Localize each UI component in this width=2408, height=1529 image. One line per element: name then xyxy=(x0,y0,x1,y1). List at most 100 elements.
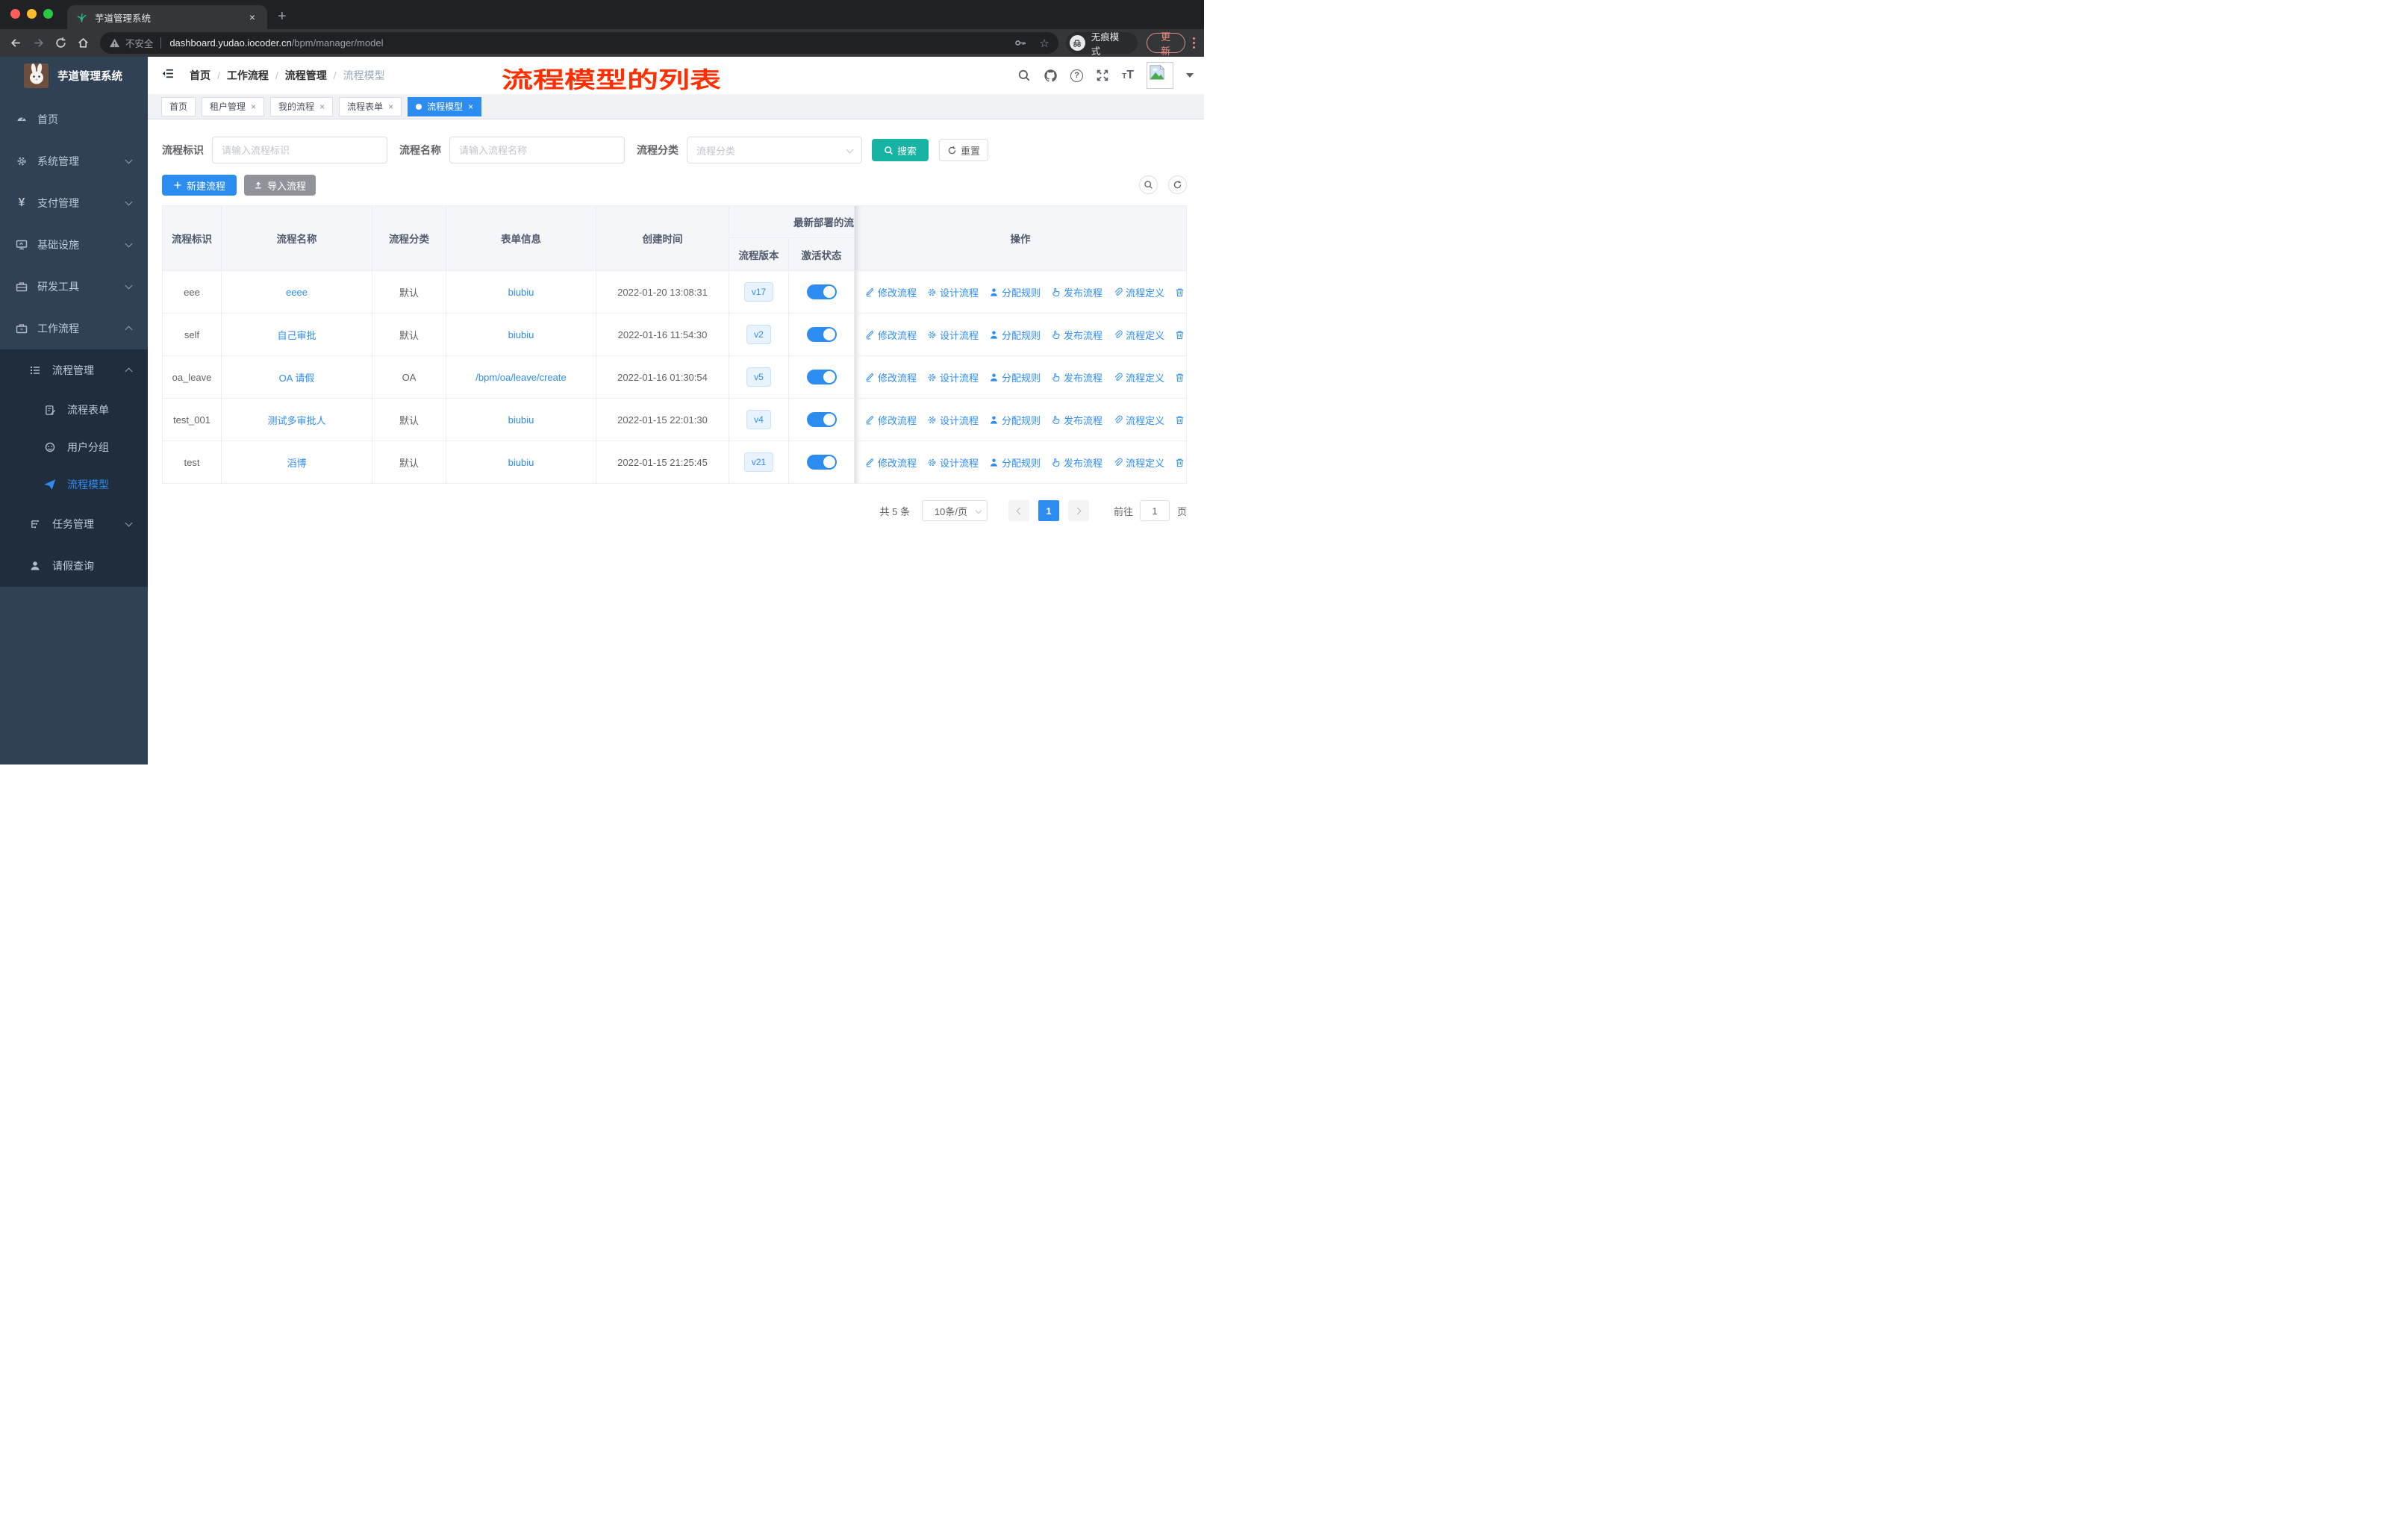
delete-link[interactable]: 删除 xyxy=(1175,328,1186,342)
sidebar-item-user-group[interactable]: 用户分组 xyxy=(0,429,148,466)
design-process-link[interactable]: 设计流程 xyxy=(927,285,979,299)
active-toggle[interactable] xyxy=(806,327,837,342)
sidebar-item-task-mgmt[interactable]: 任务管理 xyxy=(0,503,148,545)
version-badge[interactable]: v21 xyxy=(743,452,774,472)
form-link[interactable]: biubiu xyxy=(508,287,534,298)
tag-process-model[interactable]: 流程模型 × xyxy=(408,96,482,116)
publish-process-link[interactable]: 发布流程 xyxy=(1051,328,1102,342)
create-process-button[interactable]: 新建流程 xyxy=(162,175,237,196)
design-process-link[interactable]: 设计流程 xyxy=(927,370,979,384)
delete-link[interactable]: 删除 xyxy=(1175,370,1186,384)
publish-process-link[interactable]: 发布流程 xyxy=(1051,285,1102,299)
process-name-link[interactable]: OA 请假 xyxy=(279,370,315,384)
form-link[interactable]: biubiu xyxy=(508,457,534,468)
edit-process-link[interactable]: 修改流程 xyxy=(865,413,917,427)
sidebar-item-payment[interactable]: ¥ 支付管理 xyxy=(0,182,148,224)
sidebar-item-devtools[interactable]: 研发工具 xyxy=(0,266,148,308)
current-page-button[interactable]: 1 xyxy=(1038,500,1059,521)
avatar-caret-icon[interactable] xyxy=(1186,73,1194,78)
github-icon[interactable] xyxy=(1044,69,1058,83)
update-button[interactable]: 更新 xyxy=(1146,31,1185,57)
process-name-link[interactable]: 自己审批 xyxy=(277,328,316,342)
edit-process-link[interactable]: 修改流程 xyxy=(865,370,917,384)
refresh-icon[interactable] xyxy=(54,37,67,49)
goto-page-input[interactable] xyxy=(1139,500,1170,521)
new-tab-button[interactable]: + xyxy=(278,6,287,27)
incognito-badge[interactable]: 无痕模式 xyxy=(1065,32,1138,57)
breadcrumb-process-mgmt[interactable]: 流程管理 xyxy=(269,68,327,83)
browser-menu-icon[interactable] xyxy=(1192,41,1196,45)
assign-rule-link[interactable]: 分配规则 xyxy=(989,328,1041,342)
close-window-button[interactable] xyxy=(10,9,20,19)
version-badge[interactable]: v5 xyxy=(746,367,771,387)
category-select[interactable]: 流程分类 xyxy=(687,137,862,164)
fullscreen-icon[interactable] xyxy=(1096,69,1109,82)
active-toggle[interactable] xyxy=(806,284,837,299)
help-icon[interactable]: ? xyxy=(1070,69,1084,82)
search-icon[interactable] xyxy=(1017,69,1031,82)
bookmark-star-icon[interactable]: ☆ xyxy=(1039,37,1049,50)
url-bar[interactable]: 不安全 dashboard.yudao.iocoder.cn /bpm/mana… xyxy=(99,32,1058,54)
active-toggle[interactable] xyxy=(806,455,837,470)
delete-link[interactable]: 删除 xyxy=(1175,285,1186,299)
version-badge[interactable]: v4 xyxy=(746,410,771,429)
sidebar-item-process-form[interactable]: 流程表单 xyxy=(0,391,148,429)
font-size-icon[interactable]: TT xyxy=(1122,69,1134,82)
process-name-link[interactable]: eeee xyxy=(286,287,308,298)
browser-tab[interactable]: 芋道管理系统 × xyxy=(67,5,267,29)
process-definition-link[interactable]: 流程定义 xyxy=(1113,285,1164,299)
tag-my-process[interactable]: 我的流程 × xyxy=(270,96,334,116)
assign-rule-link[interactable]: 分配规则 xyxy=(989,455,1041,470)
search-button[interactable]: 搜索 xyxy=(872,139,929,161)
sidebar-item-process-model[interactable]: 流程模型 xyxy=(0,466,148,503)
edit-process-link[interactable]: 修改流程 xyxy=(865,455,917,470)
tag-close-icon[interactable]: × xyxy=(468,102,473,112)
sidebar-item-workflow[interactable]: 工作流程 xyxy=(0,308,148,349)
minimize-window-button[interactable] xyxy=(27,9,37,19)
design-process-link[interactable]: 设计流程 xyxy=(927,455,979,470)
version-badge[interactable]: v2 xyxy=(746,325,771,344)
sidebar-item-process-mgmt[interactable]: 流程管理 xyxy=(0,349,148,391)
assign-rule-link[interactable]: 分配规则 xyxy=(989,413,1041,427)
avatar[interactable] xyxy=(1147,62,1173,89)
process-key-input[interactable] xyxy=(212,137,387,164)
process-name-link[interactable]: 测试多审批人 xyxy=(267,413,325,427)
delete-link[interactable]: 删除 xyxy=(1175,413,1186,427)
form-link[interactable]: biubiu xyxy=(508,414,534,426)
process-definition-link[interactable]: 流程定义 xyxy=(1113,413,1164,427)
sidebar-item-leave-query[interactable]: 请假查询 xyxy=(0,545,148,587)
edit-process-link[interactable]: 修改流程 xyxy=(865,328,917,342)
publish-process-link[interactable]: 发布流程 xyxy=(1051,455,1102,470)
breadcrumb-home[interactable]: 首页 xyxy=(190,68,210,83)
assign-rule-link[interactable]: 分配规则 xyxy=(989,370,1041,384)
tab-close-icon[interactable]: × xyxy=(246,11,258,23)
sidebar-item-home[interactable]: 首页 xyxy=(0,99,148,140)
form-link[interactable]: /bpm/oa/leave/create xyxy=(475,372,566,383)
home-icon[interactable] xyxy=(77,37,90,49)
tag-tenant[interactable]: 租户管理 × xyxy=(202,96,265,116)
show-search-button[interactable] xyxy=(1139,175,1158,194)
active-toggle[interactable] xyxy=(806,370,837,384)
design-process-link[interactable]: 设计流程 xyxy=(927,413,979,427)
tag-home[interactable]: 首页 xyxy=(161,96,196,116)
design-process-link[interactable]: 设计流程 xyxy=(927,328,979,342)
publish-process-link[interactable]: 发布流程 xyxy=(1051,413,1102,427)
edit-process-link[interactable]: 修改流程 xyxy=(865,285,917,299)
active-toggle[interactable] xyxy=(806,412,837,427)
next-page-button[interactable] xyxy=(1067,500,1089,521)
process-name-link[interactable]: 滔博 xyxy=(287,455,306,470)
refresh-table-button[interactable] xyxy=(1168,175,1187,194)
import-process-button[interactable]: 导入流程 xyxy=(244,175,316,196)
form-link[interactable]: biubiu xyxy=(508,329,534,340)
prev-page-button[interactable] xyxy=(1008,500,1029,521)
assign-rule-link[interactable]: 分配规则 xyxy=(989,285,1041,299)
publish-process-link[interactable]: 发布流程 xyxy=(1051,370,1102,384)
reset-button[interactable]: 重置 xyxy=(939,139,988,161)
process-definition-link[interactable]: 流程定义 xyxy=(1113,328,1164,342)
security-label[interactable]: 不安全 xyxy=(125,36,154,50)
delete-link[interactable]: 删除 xyxy=(1175,455,1186,470)
sidebar-item-infra[interactable]: 基础设施 xyxy=(0,224,148,266)
breadcrumb-workflow[interactable]: 工作流程 xyxy=(210,68,269,83)
maximize-window-button[interactable] xyxy=(43,9,53,19)
sidebar-item-system[interactable]: 系统管理 xyxy=(0,140,148,182)
